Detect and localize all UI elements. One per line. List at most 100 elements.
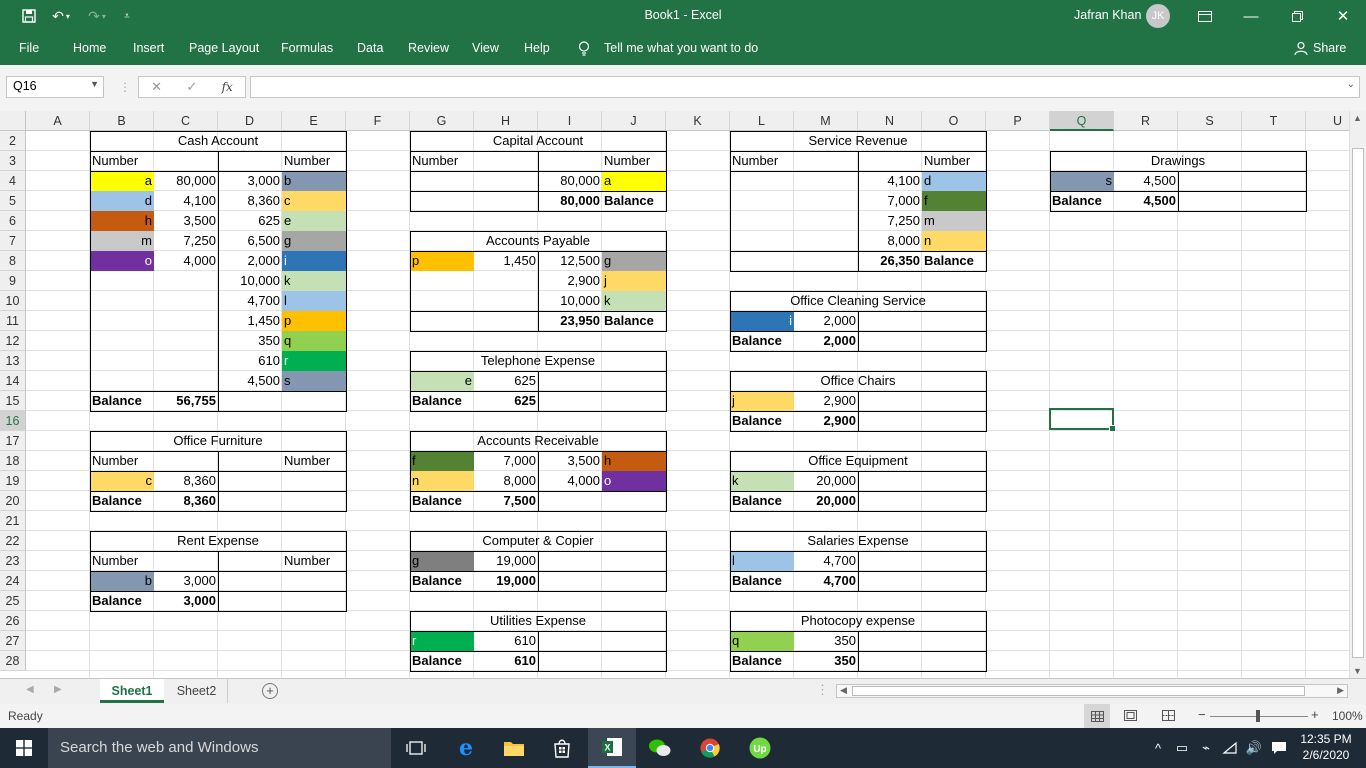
wechat-icon[interactable] xyxy=(636,728,684,768)
row-header[interactable]: 4 xyxy=(0,171,26,191)
customize-quick-access-icon[interactable]: ⩡ xyxy=(118,6,136,26)
column-header[interactable]: M xyxy=(794,111,858,131)
column-header[interactable]: Q xyxy=(1050,111,1114,131)
row-header[interactable]: 9 xyxy=(0,271,26,291)
taskbar-search[interactable]: Search the web and Windows xyxy=(48,728,391,768)
vertical-scrollbar[interactable]: ▲ ▼ xyxy=(1349,111,1366,678)
expand-formula-bar-icon[interactable]: ⌄ xyxy=(1347,79,1355,90)
share-button[interactable]: Share xyxy=(1313,41,1346,55)
row-header[interactable]: 20 xyxy=(0,491,26,511)
chrome-icon[interactable] xyxy=(686,728,734,768)
row-header[interactable]: 6 xyxy=(0,211,26,231)
avatar[interactable]: JK xyxy=(1146,4,1170,28)
row-header[interactable]: 5 xyxy=(0,191,26,211)
column-header[interactable]: D xyxy=(218,111,282,131)
normal-view-icon[interactable] xyxy=(1084,704,1110,728)
network-icon[interactable]: ⌁ xyxy=(1196,728,1216,768)
column-header[interactable]: I xyxy=(538,111,602,131)
page-break-view-icon[interactable] xyxy=(1162,710,1175,724)
chevron-down-icon[interactable]: ▼ xyxy=(90,79,99,89)
page-layout-view-icon[interactable] xyxy=(1124,710,1137,724)
row-header[interactable]: 14 xyxy=(0,371,26,391)
column-header[interactable]: C xyxy=(154,111,218,131)
row-header[interactable]: 3 xyxy=(0,151,26,171)
row-header[interactable]: 11 xyxy=(0,311,26,331)
column-header[interactable]: H xyxy=(474,111,538,131)
row-header[interactable]: 16 xyxy=(0,411,26,431)
row-header[interactable]: 19 xyxy=(0,471,26,491)
row-header[interactable]: 23 xyxy=(0,551,26,571)
restore-button[interactable] xyxy=(1274,0,1320,32)
tab-sheet2[interactable]: Sheet2 xyxy=(166,679,228,703)
horizontal-scrollbar[interactable]: ◀ ▶ xyxy=(836,684,1348,698)
column-header[interactable]: K xyxy=(666,111,730,131)
show-hidden-icons[interactable]: ^ xyxy=(1150,728,1166,768)
tell-me-search[interactable]: Tell me what you want to do xyxy=(604,41,758,55)
row-header[interactable]: 21 xyxy=(0,511,26,531)
cancel-icon[interactable]: ✕ xyxy=(151,79,162,95)
redo-icon[interactable]: ↷ ▾ xyxy=(84,6,110,26)
next-sheet-icon[interactable]: ▶ xyxy=(54,684,62,695)
row-header[interactable]: 22 xyxy=(0,531,26,551)
horizontal-scroll-thumb[interactable] xyxy=(852,686,1305,696)
task-view-icon[interactable] xyxy=(392,728,440,768)
tab-review[interactable]: Review xyxy=(408,41,449,55)
tab-data[interactable]: Data xyxy=(357,41,383,55)
minimize-button[interactable]: — xyxy=(1228,0,1274,32)
column-header[interactable]: J xyxy=(602,111,666,131)
row-header[interactable]: 12 xyxy=(0,331,26,351)
upwork-icon[interactable]: Up xyxy=(736,728,784,768)
scroll-up-icon[interactable]: ▲ xyxy=(1353,113,1362,123)
row-header[interactable]: 28 xyxy=(0,651,26,671)
excel-taskbar-icon[interactable]: X xyxy=(588,728,636,768)
file-explorer-icon[interactable] xyxy=(490,728,538,768)
row-header[interactable]: 18 xyxy=(0,451,26,471)
column-header[interactable]: E xyxy=(282,111,346,131)
tab-home[interactable]: Home xyxy=(73,41,106,55)
row-header[interactable]: 13 xyxy=(0,351,26,371)
save-icon[interactable] xyxy=(18,6,40,26)
column-header[interactable]: S xyxy=(1178,111,1242,131)
store-icon[interactable] xyxy=(538,728,586,768)
wifi-icon[interactable] xyxy=(1220,728,1240,768)
active-cell-q16[interactable] xyxy=(1049,408,1116,432)
row-header[interactable]: 8 xyxy=(0,251,26,271)
column-header[interactable]: F xyxy=(346,111,410,131)
tab-view[interactable]: View xyxy=(472,41,499,55)
tab-file[interactable]: File xyxy=(19,41,39,55)
worksheet-grid[interactable]: A B C D E F G H I J K L M N O P Q R S T U 2 3 4 5 6 7 8 9 10 11 12 13 14 1… xyxy=(0,111,1366,678)
close-button[interactable]: ✕ xyxy=(1320,0,1366,32)
name-box[interactable]: Q16 ▼ xyxy=(6,76,104,98)
ribbon-display-options-icon[interactable] xyxy=(1182,0,1228,32)
row-header[interactable]: 17 xyxy=(0,431,26,451)
undo-icon[interactable]: ↶ ▾ xyxy=(48,6,74,26)
row-header[interactable]: 24 xyxy=(0,571,26,591)
row-header[interactable]: 15 xyxy=(0,391,26,411)
tab-page-layout[interactable]: Page Layout xyxy=(189,41,259,55)
zoom-out-icon[interactable]: − xyxy=(1198,707,1206,722)
column-header[interactable]: L xyxy=(730,111,794,131)
scroll-left-icon[interactable]: ◀ xyxy=(840,685,847,696)
row-header[interactable]: 7 xyxy=(0,231,26,251)
select-all-corner[interactable] xyxy=(0,111,26,131)
tab-insert[interactable]: Insert xyxy=(133,41,164,55)
column-header[interactable]: O xyxy=(922,111,986,131)
volume-icon[interactable]: 🔊 xyxy=(1244,728,1264,768)
enter-icon[interactable]: ✓ xyxy=(186,79,197,95)
column-header[interactable]: B xyxy=(90,111,154,131)
tab-sheet1[interactable]: Sheet1 xyxy=(100,679,164,703)
scroll-down-icon[interactable]: ▼ xyxy=(1353,666,1362,676)
column-header[interactable]: R xyxy=(1114,111,1178,131)
edge-icon[interactable]: e xyxy=(442,728,490,768)
tab-help[interactable]: Help xyxy=(524,41,550,55)
new-sheet-icon[interactable]: + xyxy=(262,683,278,699)
row-header[interactable]: 2 xyxy=(0,131,26,151)
prev-sheet-icon[interactable]: ◀ xyxy=(26,684,34,695)
column-header[interactable]: T xyxy=(1242,111,1306,131)
zoom-slider-thumb[interactable] xyxy=(1256,710,1260,722)
column-header[interactable]: P xyxy=(986,111,1050,131)
column-header[interactable]: N xyxy=(858,111,922,131)
zoom-level[interactable]: 100% xyxy=(1332,709,1363,723)
formula-input[interactable]: ⌄ xyxy=(250,76,1360,98)
insert-function-icon[interactable]: fx xyxy=(222,80,233,94)
